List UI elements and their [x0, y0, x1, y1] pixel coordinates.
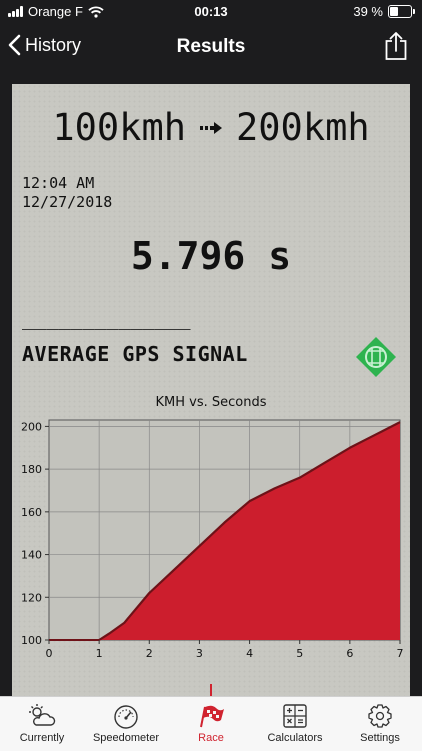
tab-label: Settings: [338, 732, 422, 744]
x-tick-label: 0: [46, 647, 53, 660]
result-card: 100kmh 200kmh 12:04 AM 12/27/2018 5.796 …: [12, 84, 410, 696]
x-tick-label: 6: [346, 647, 353, 660]
tab-settings[interactable]: Settings: [338, 697, 422, 751]
status-right: 39 %: [353, 4, 412, 19]
battery-icon: [388, 5, 412, 18]
divider-line: ______________: [22, 306, 191, 330]
x-tick-label: 7: [397, 647, 404, 660]
speed-from: 100kmh: [52, 106, 186, 149]
arrow-right-icon: [200, 122, 222, 134]
page-title: Results: [0, 36, 422, 58]
weather-icon: [27, 703, 57, 729]
race-flag-icon: [196, 703, 226, 729]
gps-signal-icon: [354, 335, 398, 379]
speed-chart: 0 1 2 3 4 5 6 7 100 120 140 160 180 200: [12, 410, 410, 670]
y-tick-label: 140: [21, 549, 42, 562]
run-datetime: 12:04 AM 12/27/2018: [22, 174, 112, 212]
navigation-bar: History Results: [0, 24, 422, 70]
tab-speedometer[interactable]: Speedometer: [84, 697, 168, 751]
calculator-icon: [282, 703, 308, 729]
tab-label: Speedometer: [84, 732, 168, 744]
speed-to: 200kmh: [236, 106, 370, 149]
x-tick-label: 3: [196, 647, 203, 660]
x-tick-label: 1: [96, 647, 103, 660]
chart-title: KMH vs. Seconds: [12, 395, 410, 410]
tab-label: Race: [169, 732, 253, 744]
x-tick-label: 4: [246, 647, 253, 660]
tab-label: Currently: [0, 732, 84, 744]
y-tick-label: 100: [21, 634, 42, 647]
y-tick-label: 160: [21, 506, 42, 519]
y-tick-label: 120: [21, 591, 42, 604]
tab-currently[interactable]: Currently: [0, 697, 84, 751]
run-date: 12/27/2018: [22, 193, 112, 212]
gear-icon: [366, 703, 394, 729]
battery-percentage: 39 %: [353, 4, 383, 19]
share-icon: [384, 31, 408, 61]
share-button[interactable]: [384, 31, 408, 66]
speedometer-icon: [112, 703, 140, 729]
tab-bar: Currently Speedometer Race Calculators: [0, 696, 422, 751]
gps-signal-label: AVERAGE GPS SIGNAL: [22, 342, 248, 366]
elapsed-time: 5.796 s: [12, 234, 410, 278]
y-tick-label: 200: [21, 420, 42, 433]
speed-range: 100kmh 200kmh: [12, 106, 410, 149]
x-tick-label: 2: [146, 647, 153, 660]
tab-calculators[interactable]: Calculators: [253, 697, 337, 751]
tab-label: Calculators: [253, 732, 337, 744]
run-time: 12:04 AM: [22, 174, 112, 193]
x-tick-label: 5: [296, 647, 303, 660]
status-bar: Orange F 00:13 39 %: [0, 0, 422, 24]
tab-race[interactable]: Race: [169, 697, 253, 751]
y-tick-label: 180: [21, 463, 42, 476]
active-tab-indicator: [210, 684, 212, 696]
